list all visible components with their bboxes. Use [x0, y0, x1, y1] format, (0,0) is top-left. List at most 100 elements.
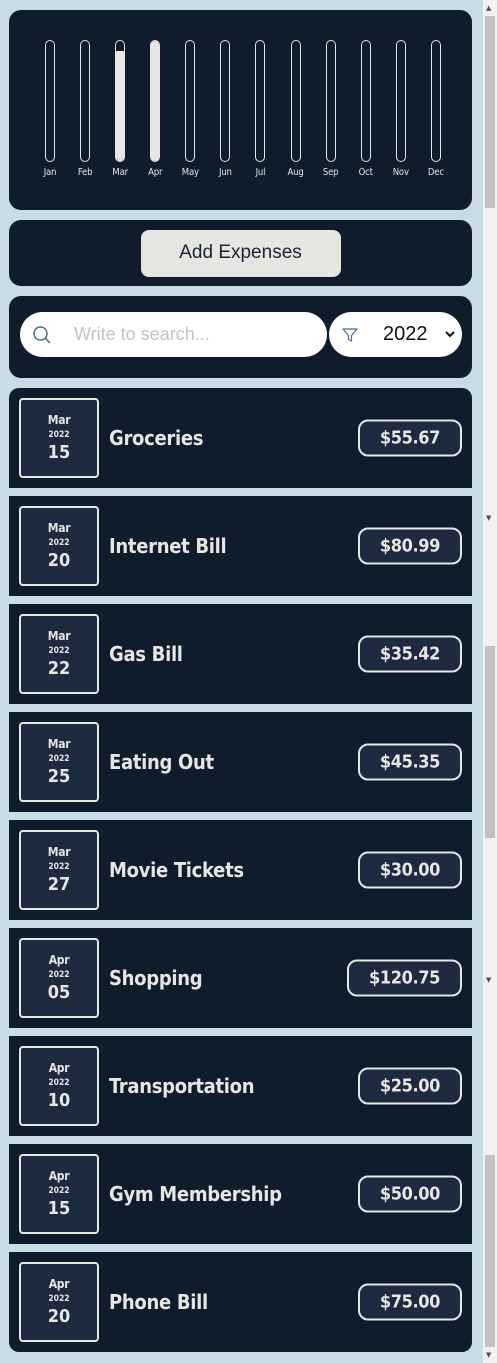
expense-title: Eating Out [109, 750, 214, 774]
search-input[interactable] [74, 324, 294, 345]
expense-date-month: Mar [47, 520, 71, 535]
chart-bar-mar: Mar [109, 40, 131, 190]
expense-item[interactable]: Mar 2022 22 Gas Bill $35.42 [9, 604, 472, 704]
bar-track [325, 40, 336, 162]
expense-date-month: Apr [48, 1060, 70, 1075]
scrollbar[interactable]: ▲ ▼ ▼ ▼ [483, 0, 497, 1363]
expense-date-year: 2022 [48, 969, 70, 980]
chart-bar-nov: Nov [390, 40, 412, 190]
scroll-down-arrow-icon[interactable]: ▼ [486, 976, 491, 984]
expense-title: Movie Tickets [109, 858, 244, 882]
expense-date-day: 20 [47, 1305, 71, 1327]
expense-date-day: 25 [47, 765, 71, 787]
bar-track [115, 40, 126, 162]
expense-item[interactable]: Mar 2022 20 Internet Bill $80.99 [9, 496, 472, 596]
bar-label: Dec [427, 167, 444, 178]
expense-date-year: 2022 [48, 1293, 70, 1304]
expense-date: Apr 2022 10 [19, 1046, 99, 1126]
expense-date-day: 22 [47, 657, 71, 679]
add-expense-panel: Add Expenses [9, 220, 472, 286]
expense-date: Mar 2022 15 [19, 398, 99, 478]
chevron-down-icon [445, 331, 455, 338]
expense-title: Shopping [109, 966, 203, 990]
expense-date-day: 20 [47, 549, 71, 571]
expense-amount: $55.67 [357, 419, 462, 457]
expense-amount: $25.00 [357, 1067, 462, 1105]
expense-title: Phone Bill [109, 1290, 208, 1314]
expense-date-year: 2022 [48, 537, 70, 548]
bar-track [150, 40, 161, 162]
expense-item[interactable]: Mar 2022 27 Movie Tickets $30.00 [9, 820, 472, 920]
bar-track [255, 40, 266, 162]
expense-item[interactable]: Apr 2022 05 Shopping $120.75 [9, 928, 472, 1028]
expense-amount: $30.00 [357, 851, 462, 889]
expense-date-year: 2022 [48, 861, 70, 872]
bar-track [185, 40, 196, 162]
expense-date: Apr 2022 05 [19, 938, 99, 1018]
bar-label: Nov [392, 167, 409, 178]
bar-track [220, 40, 231, 162]
expense-date-day: 10 [47, 1089, 71, 1111]
bar-label: Jan [43, 167, 57, 178]
expense-title: Internet Bill [109, 534, 227, 558]
bar-track [290, 40, 301, 162]
expense-date-day: 05 [47, 981, 71, 1003]
expense-date-month: Apr [48, 1168, 70, 1183]
chart-bar-dec: Dec [425, 40, 447, 190]
expense-item[interactable]: Apr 2022 10 Transportation $25.00 [9, 1036, 472, 1136]
expense-title: Gas Bill [109, 642, 183, 666]
expense-list: Mar 2022 15 Groceries $55.67 Mar 2022 20 Interne… [9, 388, 472, 1352]
chart-bar-apr: Apr [144, 40, 166, 190]
expense-date-month: Apr [48, 1276, 70, 1291]
expense-date-month: Apr [48, 952, 70, 967]
expense-item[interactable]: Mar 2022 15 Groceries $55.67 [9, 388, 472, 488]
chart-bar-may: May [179, 40, 201, 190]
year-select[interactable]: 2022 [329, 312, 462, 357]
expense-date-month: Mar [47, 844, 71, 859]
bar-fill [151, 41, 160, 161]
expense-item[interactable]: Apr 2022 15 Gym Membership $50.00 [9, 1144, 472, 1244]
expense-date-day: 27 [47, 873, 71, 895]
expense-date-month: Mar [47, 628, 71, 643]
bar-label: Sep [322, 167, 339, 178]
expense-date: Mar 2022 22 [19, 614, 99, 694]
bar-label: Mar [112, 167, 128, 178]
expense-date-year: 2022 [48, 645, 70, 656]
expense-amount: $120.75 [347, 959, 462, 997]
expense-amount: $50.00 [357, 1175, 462, 1213]
expense-date: Mar 2022 20 [19, 506, 99, 586]
scroll-up-arrow-icon[interactable]: ▲ [486, 4, 491, 12]
bar-track [80, 40, 91, 162]
bar-label: May [181, 167, 199, 178]
expense-item[interactable]: Mar 2022 25 Eating Out $45.35 [9, 712, 472, 812]
expense-amount: $35.42 [357, 635, 462, 673]
expense-title: Groceries [109, 426, 204, 450]
expense-date-month: Mar [47, 736, 71, 751]
scrollbar-thumb[interactable] [485, 646, 495, 838]
search-box[interactable] [20, 312, 327, 357]
add-expenses-button[interactable]: Add Expenses [140, 229, 341, 277]
scrollbar-thumb[interactable] [485, 1155, 495, 1347]
bar-label: Jun [219, 167, 232, 178]
monthly-chart: Jan Feb Mar Apr May Jun Jul Aug Sep Oct Nov Dec [9, 10, 472, 210]
chart-bars: Jan Feb Mar Apr May Jun Jul Aug Sep Oct Nov Dec [39, 40, 447, 190]
chart-bar-sep: Sep [320, 40, 342, 190]
expense-amount: $80.99 [357, 527, 462, 565]
scroll-down-arrow-icon[interactable]: ▼ [486, 514, 491, 522]
expense-amount: $45.35 [357, 743, 462, 781]
bar-label: Oct [358, 167, 373, 178]
bar-label: Aug [287, 167, 304, 178]
search-icon [33, 325, 51, 344]
expense-title: Transportation [109, 1074, 255, 1098]
expense-date-month: Mar [47, 412, 71, 427]
expense-date: Apr 2022 15 [19, 1154, 99, 1234]
expense-item[interactable]: Apr 2022 20 Phone Bill $75.00 [9, 1252, 472, 1352]
scrollbar-thumb[interactable] [485, 16, 495, 208]
bar-track [395, 40, 406, 162]
expense-date-day: 15 [47, 441, 71, 463]
chart-bar-jun: Jun [214, 40, 236, 190]
scroll-down-arrow-icon[interactable]: ▼ [486, 1351, 491, 1359]
chart-bar-feb: Feb [74, 40, 96, 190]
filter-icon [342, 327, 358, 342]
bar-track [45, 40, 55, 162]
